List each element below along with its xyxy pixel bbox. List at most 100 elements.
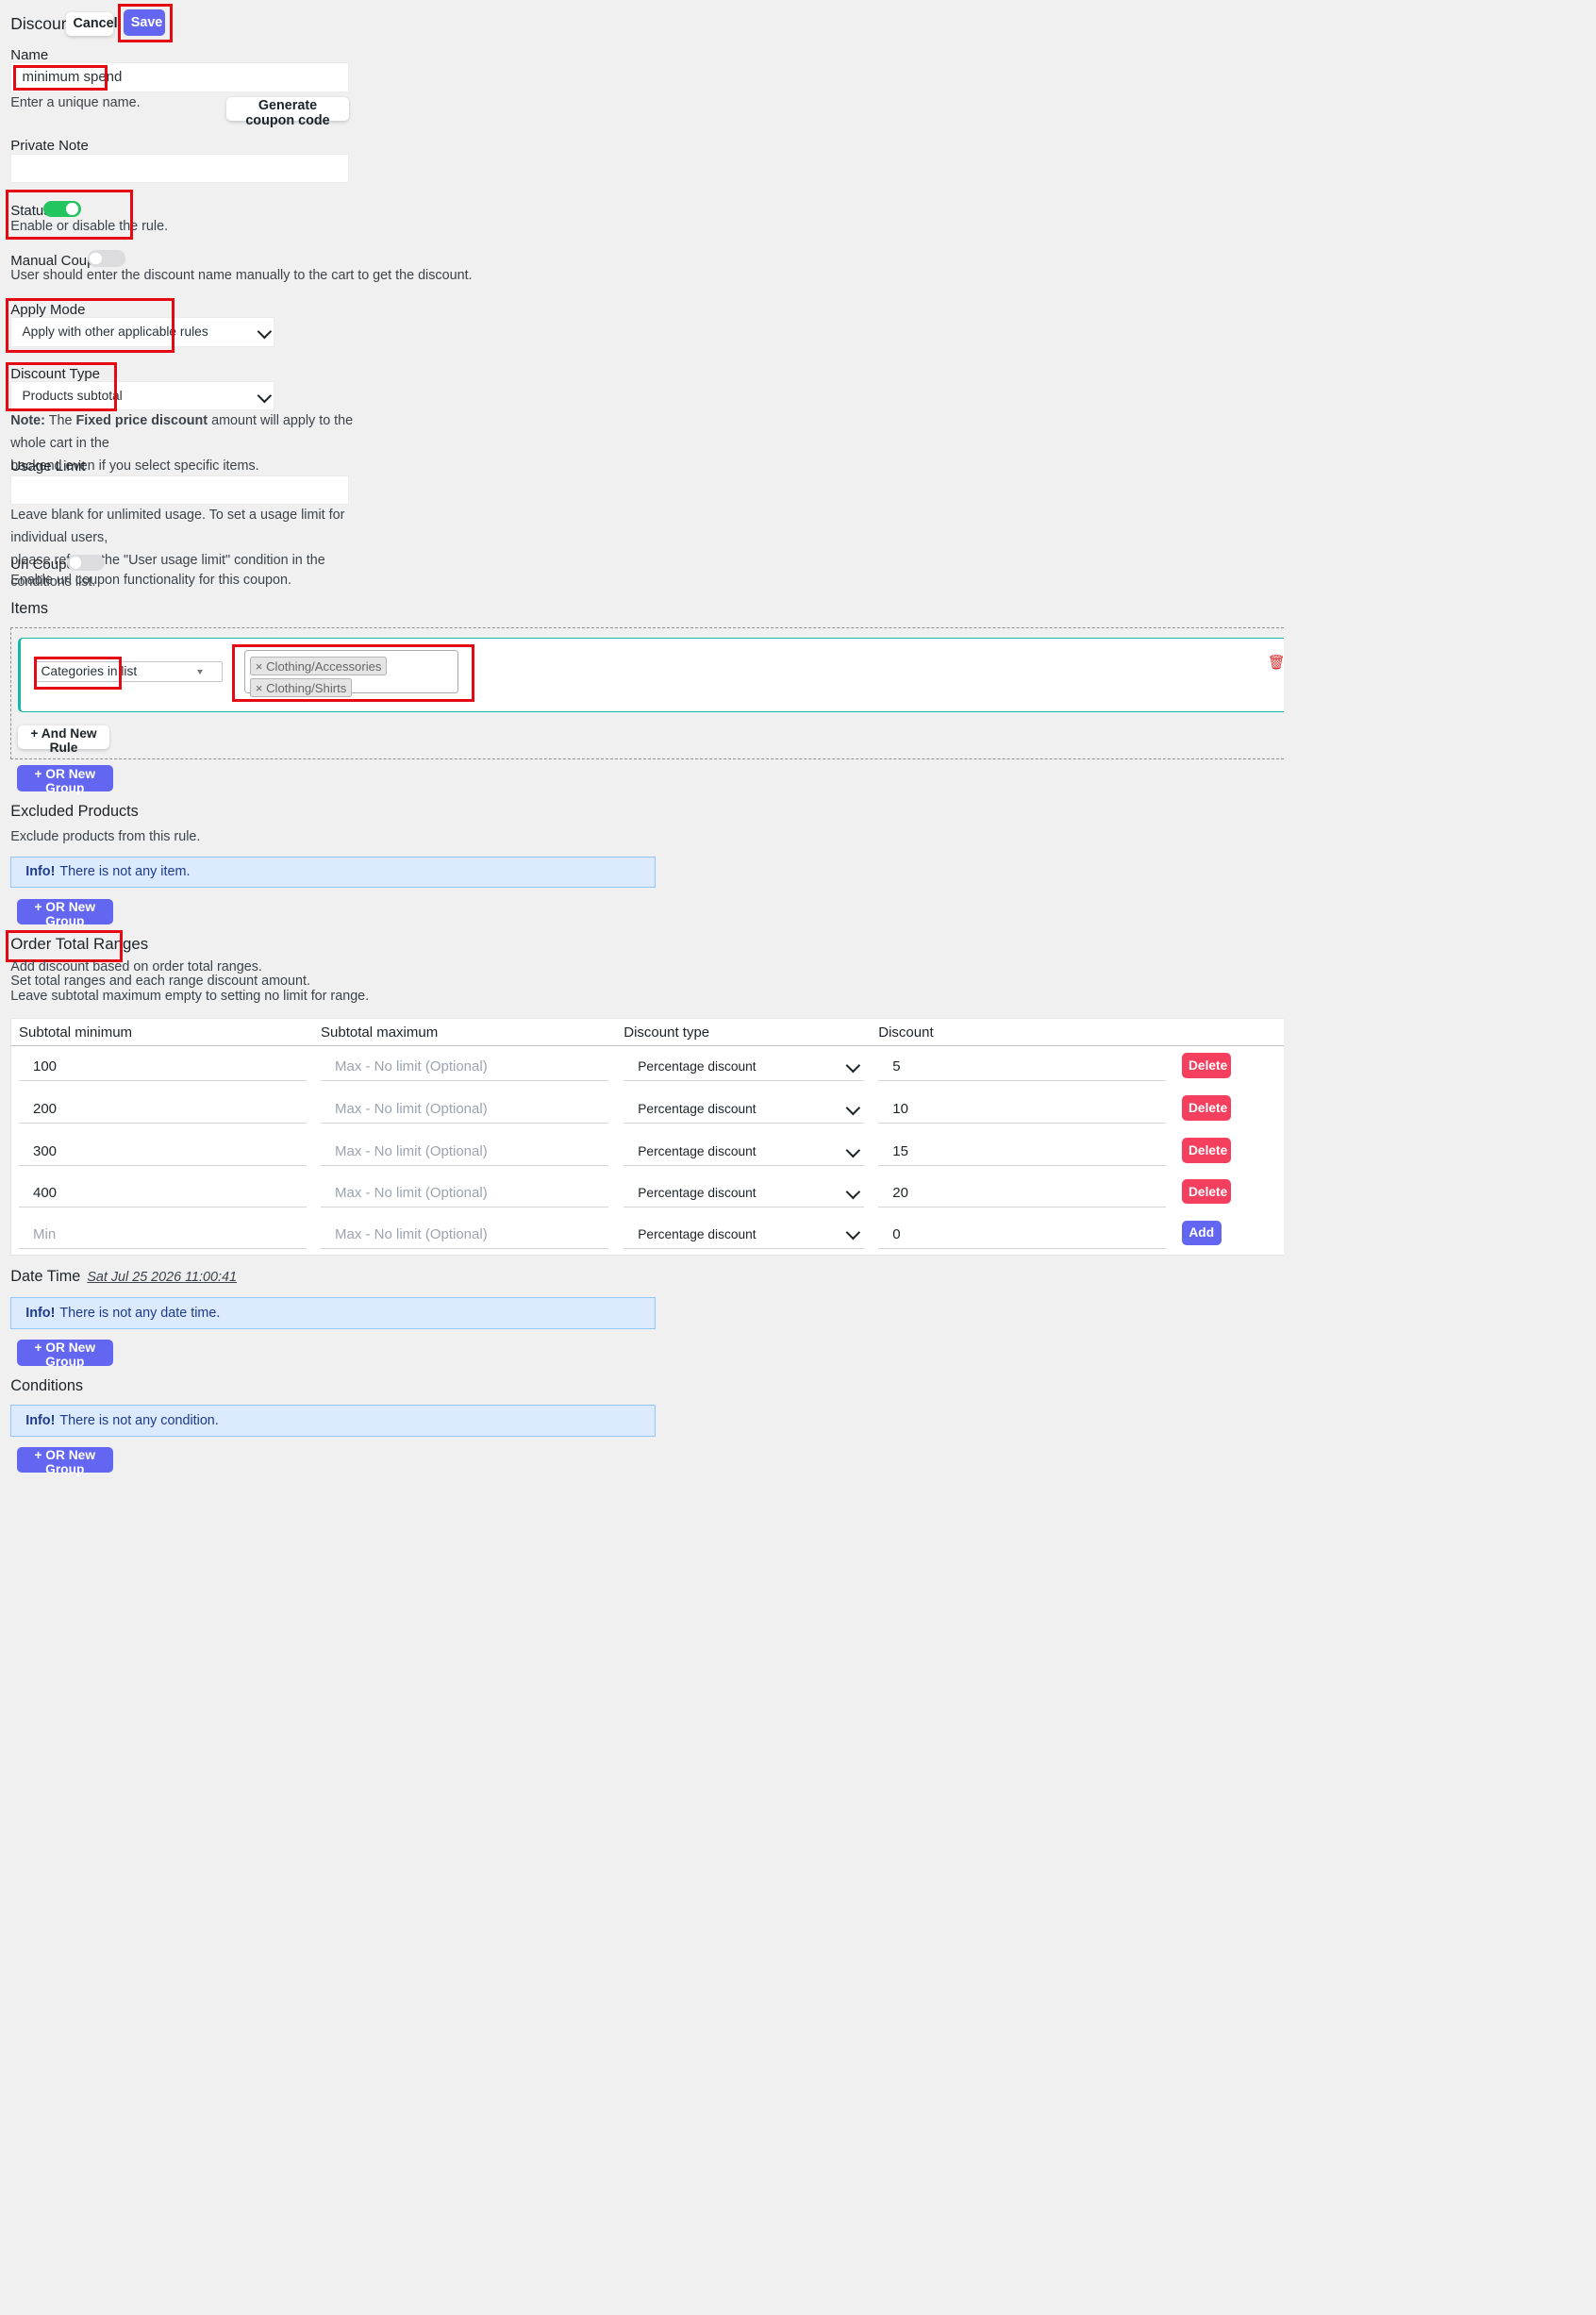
or-new-group-button[interactable]: + OR New Group bbox=[16, 1340, 113, 1369]
min-input[interactable]: Min bbox=[19, 1221, 307, 1249]
toggle-knob bbox=[69, 557, 82, 569]
name-label: Name bbox=[10, 47, 49, 63]
categories-multiselect[interactable]: × Clothing/Accessories × Clothing/Shirts bbox=[243, 649, 459, 697]
cancel-button[interactable]: Cancel bbox=[66, 11, 118, 36]
discount-type-value: Percentage discount bbox=[638, 1059, 756, 1074]
status-help: Enable or disable the rule. bbox=[10, 218, 169, 234]
discount-type-value: Percentage discount bbox=[638, 1144, 756, 1159]
generate-coupon-button[interactable]: Generate coupon code bbox=[226, 96, 349, 128]
discount-form-page: Discount Cancel Save Name minimum spend … bbox=[0, 0, 1596, 2315]
note-prefix: Note: bbox=[10, 413, 45, 428]
manual-coupon-help: User should enter the discount name manu… bbox=[10, 268, 473, 284]
ranges-help-line3: Leave subtotal maximum empty to setting … bbox=[10, 988, 370, 1004]
chevron-down-icon bbox=[845, 1142, 860, 1158]
name-input[interactable]: minimum spend bbox=[10, 62, 349, 92]
add-row-button[interactable]: Add bbox=[1181, 1220, 1222, 1245]
items-title: Items bbox=[10, 600, 48, 618]
max-input[interactable]: Max - No limit (Optional) bbox=[321, 1221, 608, 1249]
delete-row-button[interactable]: Delete bbox=[1181, 1095, 1231, 1121]
max-input[interactable]: Max - No limit (Optional) bbox=[321, 1053, 608, 1082]
info-bold: Info! bbox=[25, 1305, 56, 1321]
discount-type-value: Percentage discount bbox=[638, 1226, 756, 1241]
discount-input[interactable]: 15 bbox=[878, 1138, 1167, 1167]
or-new-group-button[interactable]: + OR New Group bbox=[16, 898, 113, 928]
info-bold: Info! bbox=[25, 864, 56, 880]
info-text: There is not any date time. bbox=[59, 1305, 221, 1321]
name-help: Enter a unique name. bbox=[10, 94, 141, 110]
excluded-title: Excluded Products bbox=[10, 803, 139, 821]
apply-mode-select[interactable]: Apply with other applicable rules bbox=[10, 317, 275, 347]
col-header-max: Subtotal maximum bbox=[321, 1024, 439, 1041]
excluded-info: Info! There is not any item. bbox=[10, 856, 656, 889]
ranges-help-line1: Add discount based on order total ranges… bbox=[10, 958, 262, 974]
chevron-down-icon bbox=[845, 1100, 860, 1115]
toggle-knob bbox=[66, 203, 78, 215]
discount-type-dropdown[interactable]: Percentage discount bbox=[623, 1138, 865, 1167]
chevron-down-icon bbox=[845, 1058, 860, 1073]
and-new-rule-button[interactable]: + And New Rule bbox=[17, 724, 110, 755]
or-new-group-button[interactable]: + OR New Group bbox=[16, 765, 113, 795]
discount-type-dropdown[interactable]: Percentage discount bbox=[623, 1221, 865, 1249]
usage-limit-input[interactable] bbox=[10, 475, 349, 505]
info-text: There is not any condition. bbox=[59, 1412, 219, 1428]
apply-mode-value: Apply with other applicable rules bbox=[22, 325, 208, 340]
date-time-label: Date Time bbox=[10, 1267, 81, 1285]
note-text1: The bbox=[48, 413, 73, 428]
chevron-down-icon bbox=[257, 388, 272, 403]
caret-down-icon bbox=[196, 669, 203, 675]
discount-type-value: Products subtotal bbox=[22, 388, 123, 403]
max-input[interactable]: Max - No limit (Optional) bbox=[321, 1138, 608, 1167]
conditions-info: Info! There is not any condition. bbox=[10, 1404, 656, 1437]
conditions-title: Conditions bbox=[10, 1377, 84, 1394]
toggle-knob bbox=[90, 252, 102, 264]
ranges-help-line2: Set total ranges and each range discount… bbox=[10, 974, 310, 990]
col-header-type: Discount type bbox=[623, 1024, 710, 1041]
max-input[interactable]: Max - No limit (Optional) bbox=[321, 1179, 608, 1207]
discount-input[interactable]: 5 bbox=[878, 1053, 1167, 1082]
info-bold: Info! bbox=[25, 1412, 56, 1428]
date-time-title: Date Time Sat Jul 25 2026 11:00:41 bbox=[10, 1268, 237, 1286]
delete-row-button[interactable]: Delete bbox=[1181, 1138, 1231, 1163]
discount-type-select[interactable]: Products subtotal bbox=[10, 380, 275, 410]
delete-row-button[interactable]: Delete bbox=[1181, 1053, 1231, 1078]
min-input[interactable]: 400 bbox=[19, 1179, 307, 1207]
min-input[interactable]: 100 bbox=[19, 1053, 307, 1082]
apply-mode-label: Apply Mode bbox=[10, 302, 86, 318]
date-time-info: Info! There is not any date time. bbox=[10, 1297, 656, 1329]
discount-type-dropdown[interactable]: Percentage discount bbox=[623, 1095, 865, 1124]
delete-row-button[interactable]: Delete bbox=[1181, 1179, 1231, 1205]
min-input[interactable]: 200 bbox=[19, 1095, 307, 1124]
col-header-min: Subtotal minimum bbox=[19, 1024, 133, 1041]
discount-input[interactable]: 0 bbox=[878, 1221, 1167, 1249]
manual-coupon-toggle[interactable] bbox=[87, 250, 125, 267]
status-toggle[interactable] bbox=[43, 200, 82, 217]
note-bold: Fixed price discount bbox=[75, 413, 208, 428]
category-tag[interactable]: × Clothing/Accessories bbox=[249, 657, 388, 675]
private-note-label: Private Note bbox=[10, 138, 89, 155]
chevron-down-icon bbox=[257, 324, 272, 339]
usage-help-line1: Leave blank for unlimited usage. To set … bbox=[10, 508, 345, 545]
url-coupon-help: Enable url coupon functionality for this… bbox=[10, 572, 291, 588]
ranges-title: Order Total Ranges bbox=[10, 935, 149, 954]
private-note-input[interactable] bbox=[10, 153, 349, 183]
table-header-divider bbox=[10, 1044, 1285, 1046]
url-coupon-toggle[interactable] bbox=[67, 554, 106, 571]
discount-type-label: Discount Type bbox=[10, 365, 101, 382]
discount-input[interactable]: 10 bbox=[878, 1095, 1167, 1124]
discount-type-dropdown[interactable]: Percentage discount bbox=[623, 1053, 865, 1082]
max-input[interactable]: Max - No limit (Optional) bbox=[321, 1095, 608, 1124]
usage-limit-label: Usage Limit bbox=[10, 458, 86, 475]
rule-type-select[interactable]: Categories in list bbox=[34, 661, 224, 682]
excluded-help: Exclude products from this rule. bbox=[10, 829, 201, 845]
col-header-discount: Discount bbox=[878, 1024, 934, 1041]
or-new-group-button[interactable]: + OR New Group bbox=[16, 1446, 113, 1476]
min-input[interactable]: 300 bbox=[19, 1138, 307, 1167]
discount-type-dropdown[interactable]: Percentage discount bbox=[623, 1179, 865, 1207]
trash-icon[interactable]: 🗑 bbox=[1268, 654, 1286, 671]
category-tag[interactable]: × Clothing/Shirts bbox=[249, 678, 353, 697]
ranges-help: Add discount based on order total ranges… bbox=[10, 958, 370, 1005]
discount-type-value: Percentage discount bbox=[638, 1102, 756, 1117]
save-button[interactable]: Save bbox=[124, 9, 165, 36]
current-date-time: Sat Jul 25 2026 11:00:41 bbox=[87, 1269, 237, 1285]
discount-input[interactable]: 20 bbox=[878, 1179, 1167, 1207]
